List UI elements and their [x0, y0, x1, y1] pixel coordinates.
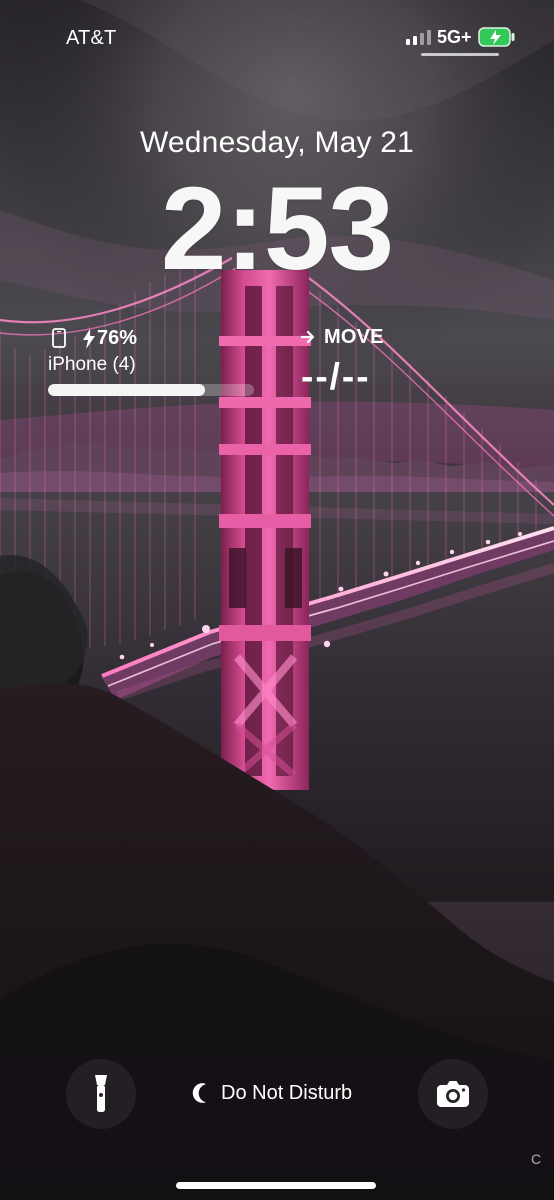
top-indicator [421, 53, 499, 56]
battery-widget[interactable]: 76% iPhone (4) [48, 326, 258, 406]
focus-mode-control[interactable]: Do Not Disturb [191, 1082, 377, 1108]
flashlight-button[interactable] [66, 1059, 136, 1129]
home-indicator[interactable] [176, 1182, 376, 1189]
moon-icon [192, 1083, 206, 1103]
carrier-label: AT&T [66, 27, 117, 49]
status-bar: AT&T 5G+ [0, 0, 554, 78]
signal-bars-icon [406, 30, 431, 45]
device-name: iPhone (4) [48, 354, 136, 375]
edge-label: C [531, 1151, 542, 1167]
move-label: MOVE [324, 326, 384, 348]
camera-button[interactable] [418, 1059, 488, 1129]
phone-icon [52, 328, 66, 348]
battery-level-bar [48, 384, 254, 396]
battery-level-fill [48, 384, 205, 396]
charging-battery-icon [478, 27, 515, 47]
arrow-right-icon [301, 330, 315, 344]
battery-percent: 76% [97, 327, 138, 349]
lock-screen-time: 2:53 [160, 163, 394, 295]
camera-icon [437, 1081, 469, 1107]
lock-screen-date: Wednesday, May 21 [139, 126, 415, 159]
move-value: --/-- [301, 356, 371, 397]
flashlight-icon [95, 1075, 107, 1112]
activity-widget[interactable]: MOVE --/-- [301, 326, 451, 397]
focus-mode-label: Do Not Disturb [221, 1082, 353, 1104]
network-type: 5G+ [437, 27, 472, 47]
bolt-icon [83, 329, 95, 349]
